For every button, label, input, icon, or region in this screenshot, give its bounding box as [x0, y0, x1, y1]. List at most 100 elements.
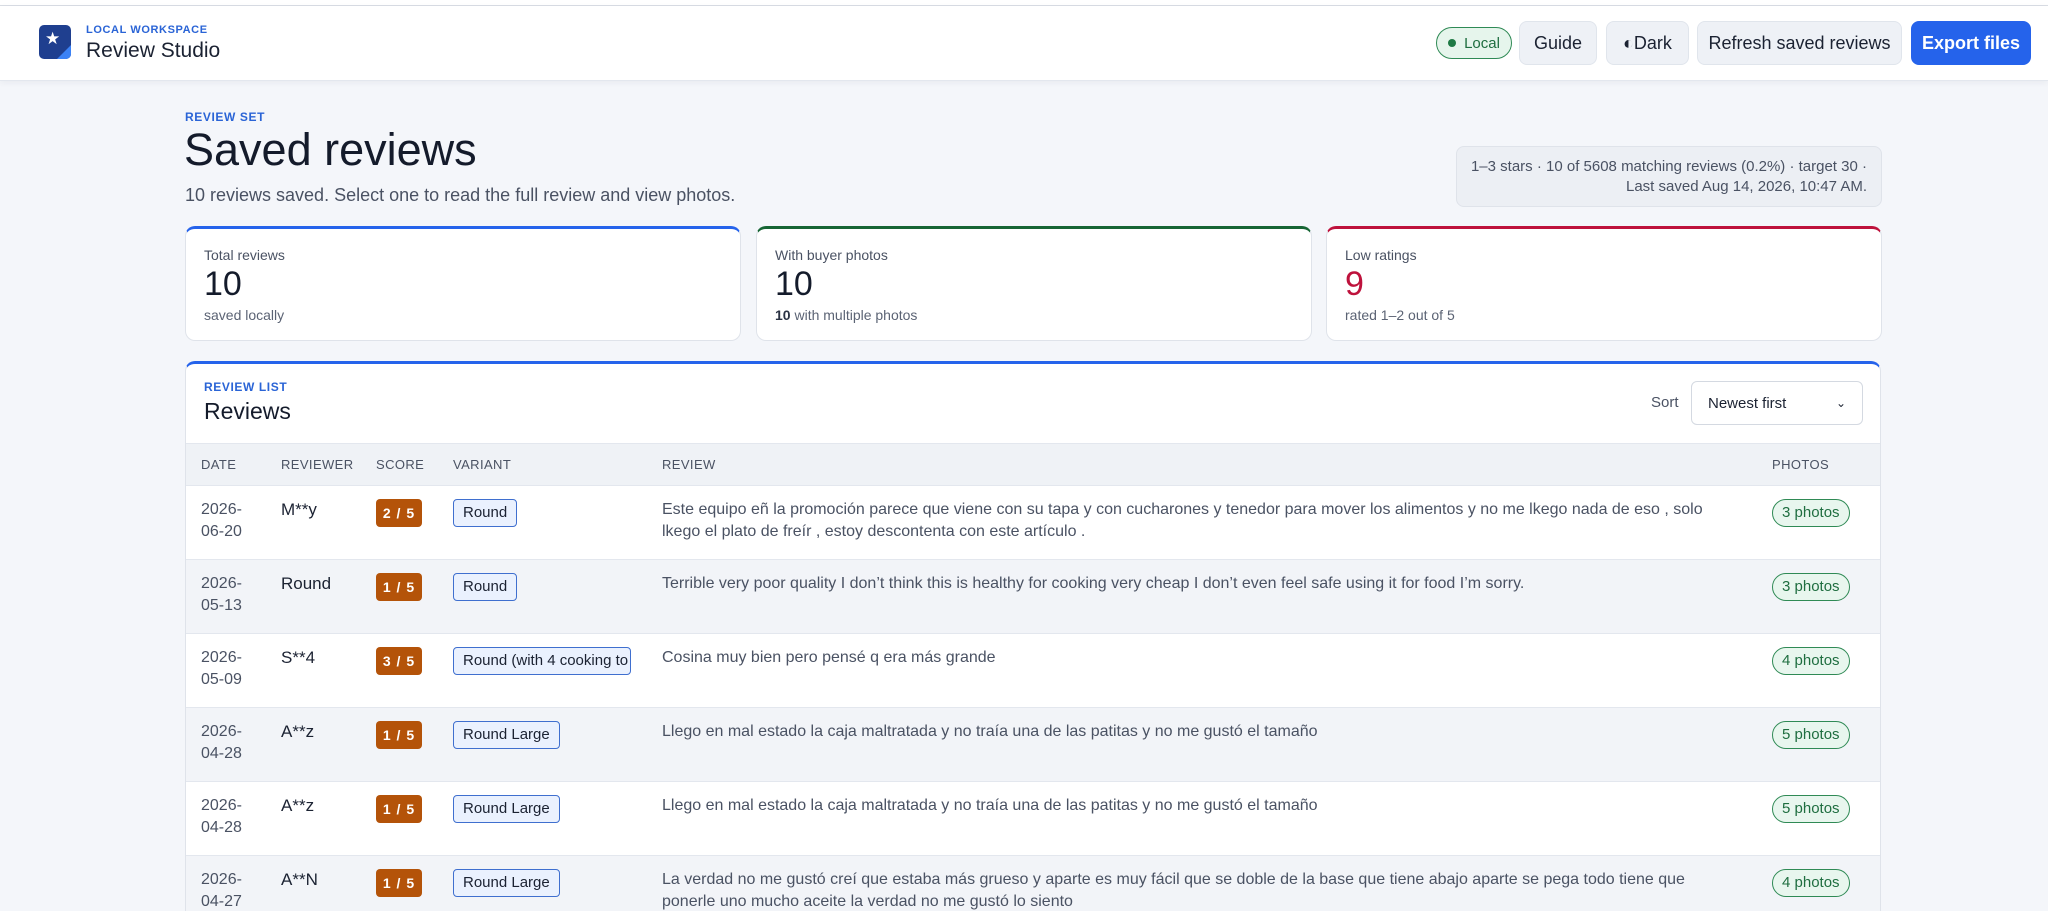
review-text: Cosina muy bien pero pensé q era más gra…: [662, 649, 996, 666]
stat-sub-count: 10: [775, 307, 791, 323]
variant-cell: Round Large: [453, 782, 662, 856]
meta-line-saved: Last saved Aug 14, 2026, 10:47 AM.: [1625, 178, 1867, 195]
column-header-variant[interactable]: VARIANT: [453, 443, 662, 486]
local-status-label: Local: [1464, 34, 1500, 52]
export-files-button[interactable]: Export files: [1911, 21, 2031, 65]
score-badge: 1 / 5: [376, 869, 422, 897]
stat-sub: 10 with multiple photos: [775, 307, 917, 323]
review-list-panel: REVIEW LIST Reviews Sort Newest first ⌄ …: [185, 361, 1881, 911]
reviewer-name: A**z: [281, 796, 315, 815]
app-header: ★ LOCAL WORKSPACE Review Studio Local Gu…: [0, 6, 2048, 81]
photos-cell: 4 photos: [1772, 634, 1880, 708]
variant-cell: Round: [453, 486, 662, 560]
score-cell: 2 / 5: [376, 486, 453, 560]
sort-select[interactable]: Newest first ⌄: [1691, 381, 1863, 425]
stat-card-photos: With buyer photos 10 10 with multiple ph…: [756, 226, 1312, 341]
score-cell: 1 / 5: [376, 856, 453, 911]
date-day: 05-13: [201, 597, 242, 614]
date-year: 2026-: [201, 501, 242, 518]
table-row[interactable]: 2026- 04-27 A**N 1 / 5 Round Large La ver…: [186, 855, 1880, 911]
review-date: 2026- 04-28: [186, 708, 281, 782]
review-date: 2026- 04-28: [186, 782, 281, 856]
photos-badge[interactable]: 3 photos: [1772, 499, 1850, 527]
score-cell: 1 / 5: [376, 708, 453, 782]
review-list-eyebrow: REVIEW LIST: [204, 380, 288, 394]
variant-cell: Round Large: [453, 708, 662, 782]
table-row[interactable]: 2026- 05-09 S**4 3 / 5 Round (with 4 cook…: [186, 634, 1880, 708]
reviewer-name: S**4: [281, 648, 316, 667]
photos-cell: 3 photos: [1772, 486, 1880, 560]
table-row[interactable]: 2026- 04-28 A**z 1 / 5 Round Large Llego …: [186, 782, 1880, 856]
chevron-down-icon: ⌄: [1835, 396, 1846, 410]
score-cell: 1 / 5: [376, 782, 453, 856]
variant-cell: Round: [453, 560, 662, 634]
reviewer-name: Round: [281, 574, 332, 593]
score-cell: 1 / 5: [376, 560, 453, 634]
review-list-title: Reviews: [204, 398, 291, 424]
review-text: Este equipo eñ la promoción parece que v…: [662, 501, 1703, 540]
column-header-score[interactable]: SCORE: [376, 443, 453, 486]
score-badge: 1 / 5: [376, 573, 422, 601]
variant-cell: Round Large: [453, 856, 662, 911]
variant-tag: Round Large: [453, 721, 560, 749]
meta-line-filter: 1–3 stars · 10 of 5608 matching reviews …: [1470, 158, 1867, 175]
variant-tag: Round (with 4 cooking to: [453, 647, 631, 675]
stat-card-total: Total reviews 10 saved locally: [185, 226, 741, 341]
date-day: 05-09: [201, 671, 242, 688]
photos-badge[interactable]: 5 photos: [1772, 795, 1850, 823]
photos-cell: 5 photos: [1772, 708, 1880, 782]
photos-cell: 4 photos: [1772, 856, 1880, 911]
photos-badge[interactable]: 3 photos: [1772, 573, 1850, 601]
reviews-table: DATE REVIEWER SCORE VARIANT REVIEW PHOTO…: [186, 443, 1880, 911]
page-title: Saved reviews: [184, 124, 477, 175]
review-date: 2026- 04-27: [186, 856, 281, 911]
variant-tag: Round: [453, 573, 518, 601]
score-badge: 1 / 5: [376, 721, 422, 749]
photos-badge[interactable]: 5 photos: [1772, 721, 1850, 749]
stat-value: 10: [775, 265, 813, 303]
stat-label: Low ratings: [1345, 247, 1417, 263]
refresh-reviews-button[interactable]: Refresh saved reviews: [1697, 21, 1902, 65]
review-text: La verdad no me gustó creí que estaba má…: [662, 871, 1685, 910]
date-day: 04-27: [201, 893, 242, 910]
stat-label: Total reviews: [204, 247, 285, 263]
stat-sub-text: with multiple photos: [790, 307, 918, 323]
dark-mode-toggle[interactable]: ◐Dark: [1606, 21, 1689, 65]
table-header-row: DATE REVIEWER SCORE VARIANT REVIEW PHOTO…: [186, 443, 1880, 486]
reviewer-name: A**z: [281, 722, 315, 741]
column-header-review[interactable]: REVIEW: [662, 443, 1772, 486]
page-eyebrow: REVIEW SET: [185, 110, 266, 124]
photos-cell: 5 photos: [1772, 782, 1880, 856]
date-year: 2026-: [201, 871, 242, 888]
review-text: Llego en mal estado la caja maltratada y…: [662, 797, 1318, 814]
column-header-date[interactable]: DATE: [186, 443, 281, 486]
stat-sub: rated 1–2 out of 5: [1345, 307, 1455, 323]
variant-tag: Round Large: [453, 795, 560, 823]
review-date: 2026- 05-13: [186, 560, 281, 634]
page-subtitle: 10 reviews saved. Select one to read the…: [185, 185, 736, 205]
sort-selected-value: Newest first: [1708, 394, 1787, 412]
stat-value: 9: [1345, 265, 1364, 303]
reviewer-name: M**y: [281, 500, 317, 519]
stat-card-low-ratings: Low ratings 9 rated 1–2 out of 5: [1326, 226, 1882, 341]
review-text: Terrible very poor quality I don’t think…: [662, 575, 1525, 592]
photos-badge[interactable]: 4 photos: [1772, 869, 1850, 897]
guide-button[interactable]: Guide: [1519, 21, 1597, 65]
date-year: 2026-: [201, 575, 242, 592]
column-header-reviewer[interactable]: REVIEWER: [281, 443, 376, 486]
app-logo: ★: [39, 25, 71, 59]
variant-tag: Round Large: [453, 869, 560, 897]
score-badge: 3 / 5: [376, 647, 422, 675]
column-header-photos[interactable]: PHOTOS: [1772, 443, 1880, 486]
workspace-label: LOCAL WORKSPACE: [86, 24, 208, 36]
date-year: 2026-: [201, 723, 242, 740]
table-row[interactable]: 2026- 06-20 M**y 2 / 5 Round Este equipo …: [186, 486, 1880, 560]
review-text: Llego en mal estado la caja maltratada y…: [662, 723, 1318, 740]
status-dot-icon: [1448, 39, 1457, 47]
photos-badge[interactable]: 4 photos: [1772, 647, 1850, 675]
table-row[interactable]: 2026- 05-13 Round 1 / 5 Round Terrible ve…: [186, 559, 1880, 634]
date-year: 2026-: [201, 649, 242, 666]
date-day: 04-28: [201, 745, 242, 762]
stat-value: 10: [204, 265, 242, 303]
table-row[interactable]: 2026- 04-28 A**z 1 / 5 Round Large Llego …: [186, 707, 1880, 782]
